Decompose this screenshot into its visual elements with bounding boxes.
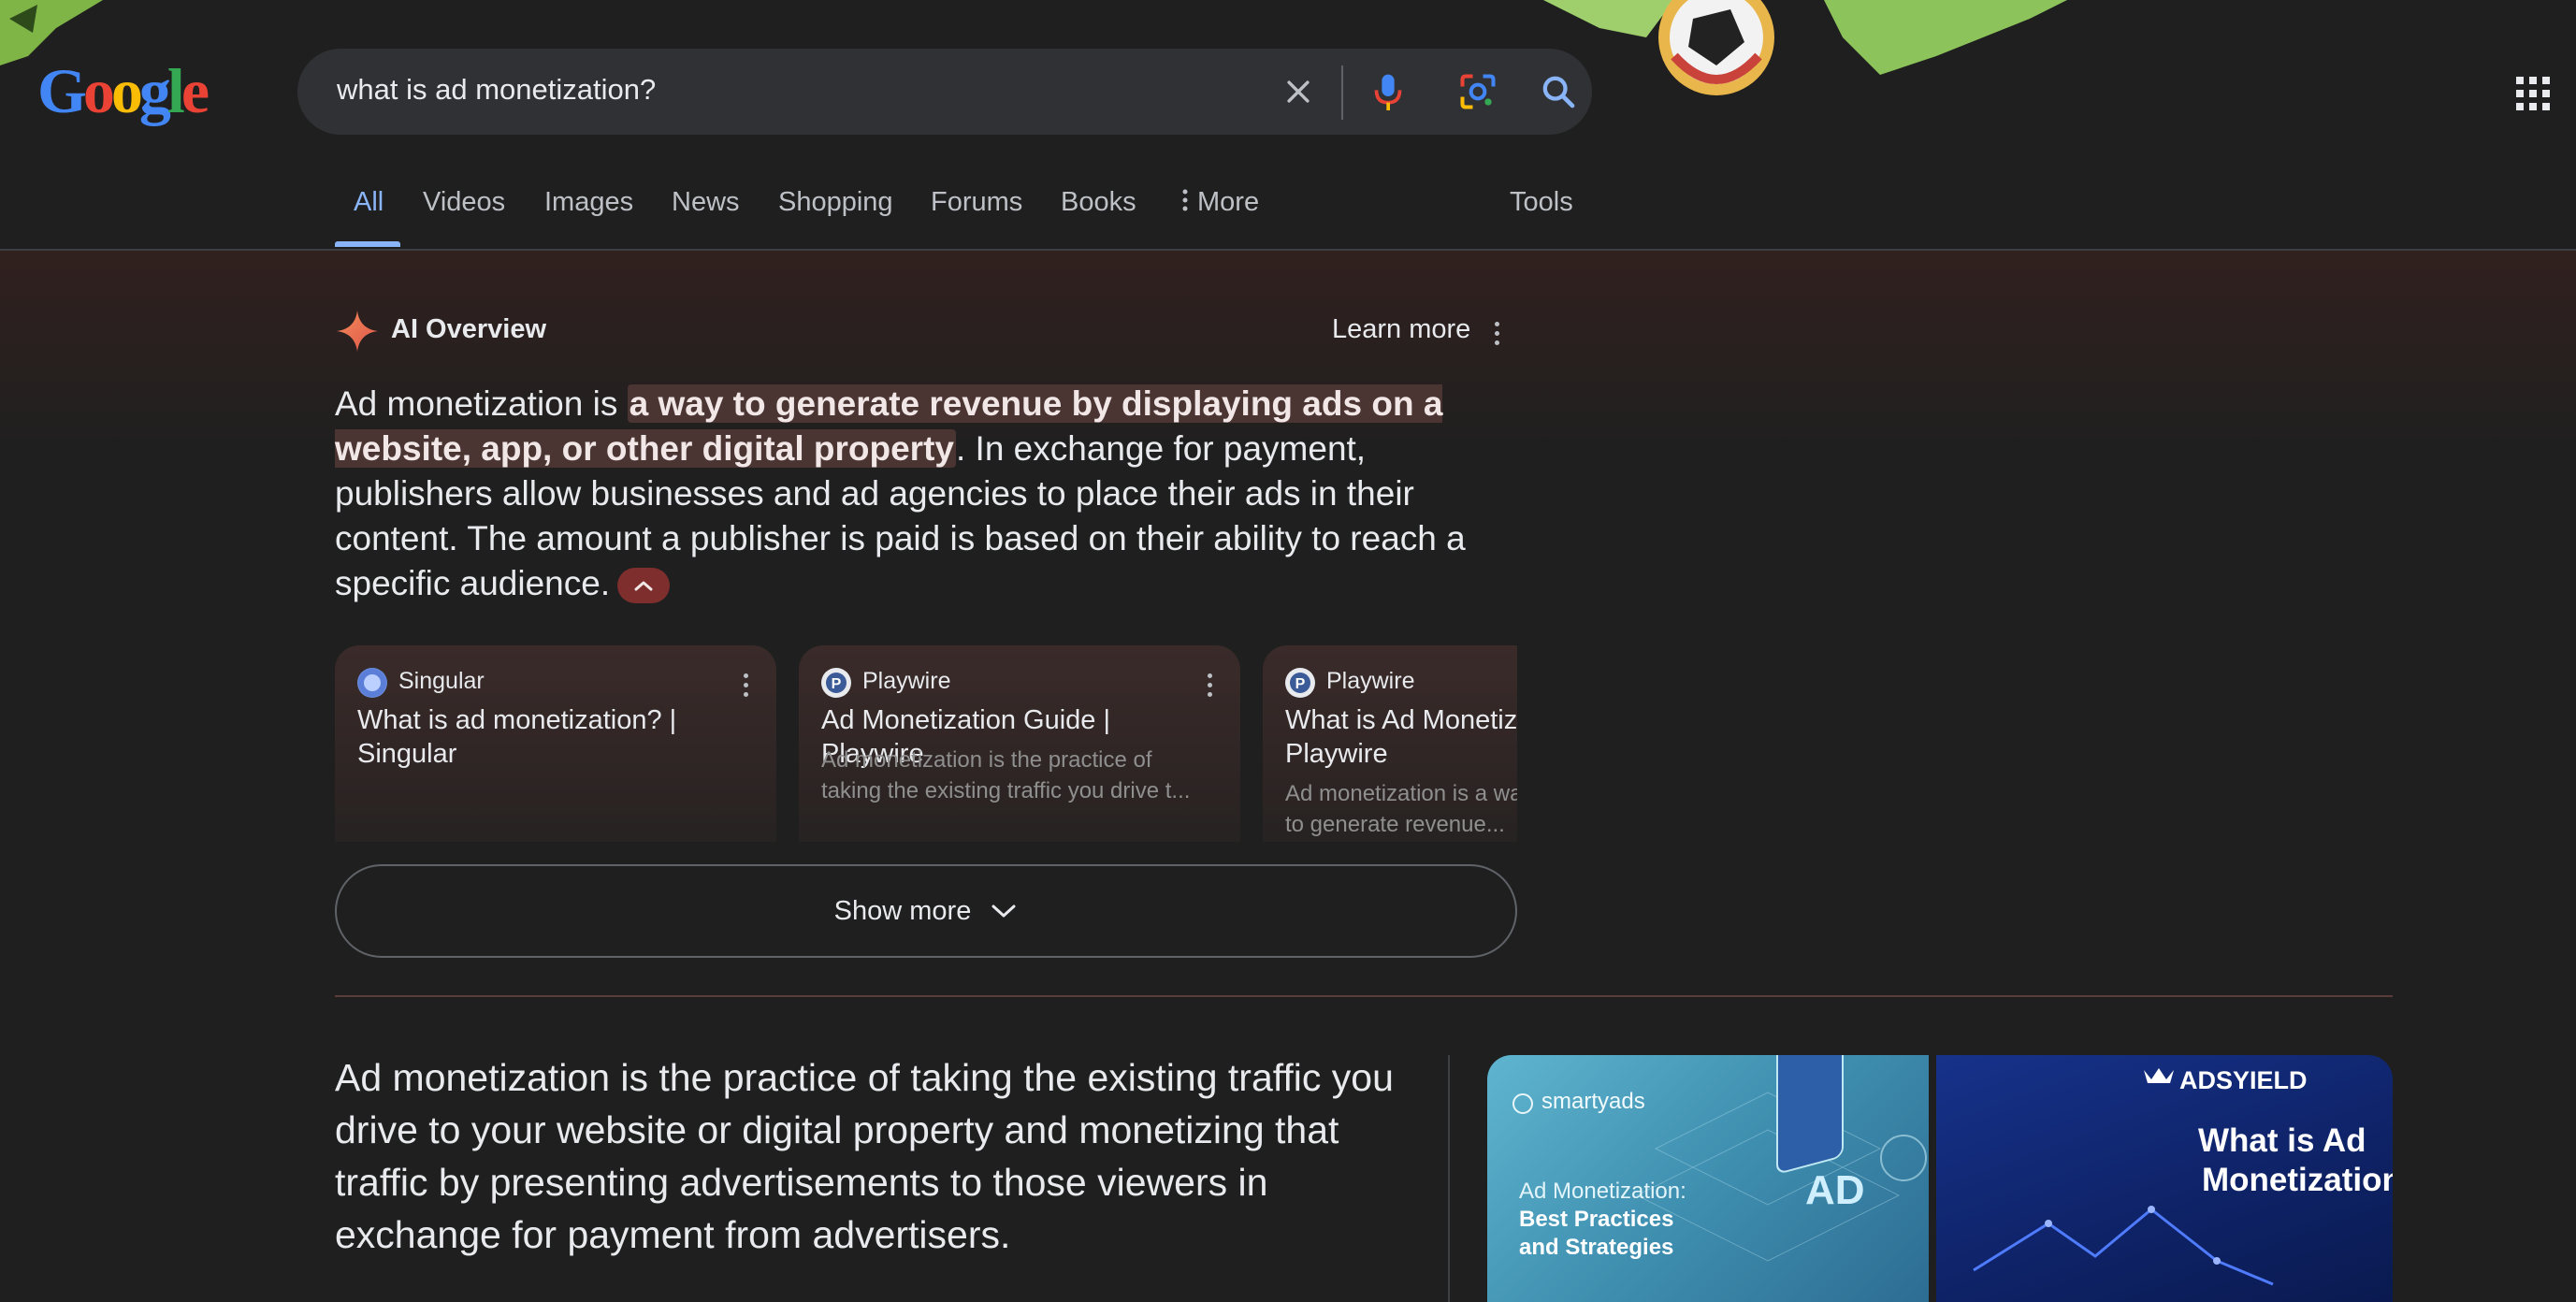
tab-forums[interactable]: Forums [931, 187, 1022, 218]
microphone-icon[interactable] [1364, 67, 1412, 116]
logo-letter: g [138, 55, 171, 126]
chevron-down-icon [991, 904, 1016, 918]
ai-overview-options-icon[interactable] [1491, 318, 1502, 348]
google-doodle-logo[interactable]: Google [37, 54, 224, 129]
source-card[interactable]: P Playwire Ad Monetization Guide | Playw… [799, 645, 1240, 842]
svg-text:P: P [832, 676, 842, 692]
card-source: Playwire [1326, 668, 1415, 694]
card-snippet: Ad monetization is a way for publishers … [1285, 781, 1517, 837]
doodle-decoration-right[interactable] [1543, 0, 2067, 112]
card-options-icon[interactable] [1205, 672, 1214, 698]
ad-badge: AD [1805, 1167, 1865, 1213]
learn-more-link[interactable]: Learn more [1332, 314, 1470, 345]
adsyield-brand: ADSYIELD [2179, 1066, 2308, 1094]
tab-videos[interactable]: Videos [423, 187, 505, 218]
search-box[interactable]: what is ad monetization? [297, 49, 1592, 135]
ai-overview-text: Ad monetization is a way to generate rev… [335, 382, 1513, 606]
card-options-icon[interactable] [741, 672, 750, 698]
source-card[interactable]: P Playwire What is Ad Monetization? | Pl… [1263, 645, 1517, 842]
search-input[interactable]: what is ad monetization? [337, 73, 656, 107]
smartyads-brand: smartyads [1541, 1089, 1645, 1114]
chevron-up-icon [634, 581, 653, 591]
image-caption-line: and Strategies [1519, 1235, 1674, 1260]
tab-shopping[interactable]: Shopping [778, 187, 893, 218]
sparkle-icon [335, 309, 380, 354]
search-divider [1341, 65, 1343, 120]
image-caption-line: What is Ad [2198, 1122, 2366, 1159]
result-image-adsyield[interactable]: ADSYIELD What is Ad Monetization [1936, 1055, 2393, 1302]
tab-more-label: More [1197, 187, 1260, 217]
image-caption-line: Best Practices [1519, 1207, 1674, 1232]
logo-letter: o [82, 55, 115, 126]
camera-lens-icon[interactable] [1454, 67, 1502, 116]
card-source: Playwire [862, 668, 951, 694]
clear-icon[interactable] [1274, 67, 1323, 116]
logo-letter: o [110, 55, 143, 126]
source-cards: Singular What is ad monetization? | Sing… [335, 645, 1517, 842]
featured-snippet-text: Ad monetization is the practice of takin… [335, 1056, 1394, 1256]
tab-all[interactable]: All [354, 187, 384, 218]
tab-news[interactable]: News [672, 187, 740, 218]
show-more-button[interactable]: Show more [335, 864, 1517, 958]
tab-images[interactable]: Images [544, 187, 633, 218]
logo-letter: e [181, 55, 210, 126]
playwire-favicon: P [1285, 668, 1315, 698]
image-caption-line: Ad Monetization: [1519, 1179, 1686, 1204]
apps-grid-icon[interactable] [2516, 77, 2550, 110]
tab-more[interactable]: More [1182, 187, 1259, 219]
tab-tools[interactable]: Tools [1510, 187, 1573, 218]
show-more-label: Show more [833, 895, 972, 926]
section-separator [335, 995, 2393, 997]
logo-letter: G [37, 55, 87, 126]
search-icon[interactable] [1534, 67, 1583, 116]
snippet-divider [1448, 1055, 1450, 1302]
playwire-favicon: P [821, 668, 851, 698]
more-vert-icon [1182, 188, 1188, 219]
collapse-button[interactable] [617, 568, 671, 604]
tab-books[interactable]: Books [1061, 187, 1136, 218]
ai-text-prefix: Ad monetization is [335, 384, 628, 423]
active-tab-indicator [335, 241, 400, 247]
logo-letter: l [166, 55, 185, 126]
result-image-smartyads[interactable]: smartyads AD Ad Monetization: Best Pract… [1487, 1055, 1929, 1302]
source-card[interactable]: Singular What is ad monetization? | Sing… [335, 645, 776, 842]
card-title[interactable]: What is ad monetization? | Singular [357, 703, 750, 771]
image-caption-line: Monetization [2202, 1162, 2393, 1198]
card-snippet: Ad monetization is the practice of takin… [821, 747, 1191, 803]
card-title[interactable]: What is Ad Monetization? | Playwire [1285, 703, 1517, 771]
svg-text:P: P [1295, 676, 1306, 692]
ai-overview-title: AI Overview [391, 314, 547, 344]
singular-favicon [357, 668, 387, 698]
card-source: Singular [398, 668, 485, 694]
